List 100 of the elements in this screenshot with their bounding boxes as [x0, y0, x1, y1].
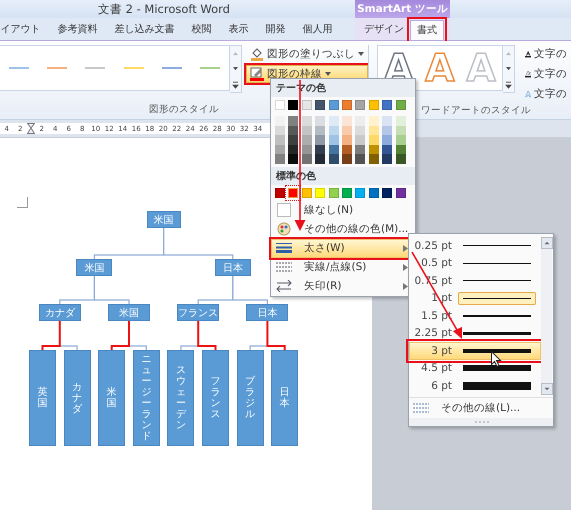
color-swatch[interactable]	[315, 135, 326, 144]
color-swatch[interactable]	[302, 135, 312, 144]
color-swatch[interactable]	[382, 154, 392, 164]
color-swatch[interactable]	[315, 116, 326, 126]
resize-grip[interactable]	[409, 418, 553, 426]
palette-icon	[277, 222, 291, 236]
caret-icon	[358, 52, 364, 56]
scroll-up-icon[interactable]	[541, 237, 553, 249]
ribbon-button[interactable]: 文字の	[520, 65, 571, 83]
color-swatch[interactable]	[315, 154, 326, 164]
color-swatch[interactable]	[368, 154, 379, 164]
group-label: 図形のスタイル	[149, 103, 219, 117]
color-swatch[interactable]	[382, 116, 392, 126]
color-swatch[interactable]	[368, 144, 379, 154]
ribbon-tab[interactable]: 表示	[220, 20, 257, 40]
diagram-node: 米国	[76, 259, 112, 276]
ribbon-button[interactable]: 文字の	[520, 45, 571, 63]
color-swatch[interactable]	[355, 154, 366, 164]
color-swatch[interactable]	[342, 126, 352, 135]
line-weight-option[interactable]: 1 pt	[409, 290, 541, 307]
color-swatch[interactable]	[302, 144, 312, 154]
diagram-node: ブラジル	[236, 350, 264, 446]
scrollbar[interactable]	[541, 237, 552, 395]
ribbon-tab[interactable]: デザイン	[358, 20, 410, 40]
diagram-node: カナダ	[38, 304, 81, 321]
ribbon-button[interactable]: 文字の	[520, 85, 571, 103]
color-swatch[interactable]	[288, 154, 298, 164]
indent-marker-icon[interactable]	[27, 123, 35, 134]
empty-square-icon	[277, 203, 291, 217]
diagram-node: 日本	[246, 304, 288, 321]
color-swatch[interactable]	[275, 116, 285, 126]
color-swatch[interactable]	[302, 116, 312, 126]
color-swatch[interactable]	[275, 154, 285, 164]
ribbon-tab[interactable]: 参考資料	[49, 20, 106, 40]
diagram-node: 英国	[29, 350, 56, 446]
group-label: ワードアートのスタイル	[421, 104, 531, 118]
color-swatch[interactable]	[288, 116, 298, 126]
ribbon-tab[interactable]: 書式	[410, 20, 444, 40]
line-style-swatch[interactable]	[200, 67, 220, 69]
menu-item[interactable]: その他の線の色(M)...	[271, 220, 415, 238]
mouse-pointer-icon	[491, 351, 502, 367]
color-swatch[interactable]	[368, 135, 379, 144]
dashed-lines-icon	[413, 403, 429, 413]
color-swatch[interactable]	[355, 135, 366, 144]
line-style-swatch[interactable]	[85, 67, 106, 69]
color-swatch[interactable]	[342, 135, 352, 144]
ribbon-tab[interactable]: 校閲	[183, 20, 220, 40]
diagram-node: 米国	[108, 304, 150, 321]
dashed-lines-icon	[276, 262, 292, 272]
line-weight-option[interactable]: 0.5 pt	[409, 254, 541, 272]
diagram-node: 米国	[146, 211, 181, 228]
diagram-node: 日本	[214, 259, 251, 276]
ribbon-tab[interactable]: イアウト	[0, 20, 49, 40]
color-swatch[interactable]	[288, 135, 298, 144]
diagram-node: ニュージーランド	[132, 350, 160, 446]
color-swatch[interactable]	[302, 126, 312, 135]
ribbon-tab[interactable]: 個人用	[294, 20, 341, 40]
margin-corner-mark	[17, 197, 28, 208]
line-weight-option[interactable]: 2.25 pt	[409, 324, 541, 342]
line-weight-option[interactable]: 4.5 pt	[409, 360, 541, 377]
arrows-icon	[276, 280, 292, 292]
scroll-down-icon[interactable]	[541, 383, 553, 395]
color-swatch[interactable]	[396, 135, 406, 144]
color-swatch[interactable]	[328, 116, 339, 126]
ribbon-button[interactable]: 図形の塗りつぶし	[246, 45, 368, 63]
color-swatch[interactable]	[396, 116, 406, 126]
caret-icon	[325, 72, 331, 76]
line-style-swatch[interactable]	[47, 67, 68, 69]
color-swatch[interactable]	[302, 154, 312, 164]
line-weight-icon	[276, 243, 292, 253]
color-swatch[interactable]	[368, 116, 379, 126]
color-swatch[interactable]	[368, 126, 379, 135]
paint-bucket-icon	[250, 47, 264, 61]
color-swatch[interactable]	[382, 135, 392, 144]
color-swatch[interactable]	[328, 154, 339, 164]
color-swatch[interactable]	[342, 116, 352, 126]
diagram-node: 日本	[271, 350, 298, 446]
ribbon-tab[interactable]: 開発	[257, 20, 294, 40]
line-weight-option[interactable]: 6 pt	[409, 377, 541, 394]
color-swatch[interactable]	[328, 135, 339, 144]
diagram-node: カナダ	[64, 350, 91, 446]
color-swatch[interactable]	[396, 144, 406, 154]
pencil-icon	[250, 67, 264, 81]
color-swatch[interactable]	[396, 154, 406, 164]
color-swatch[interactable]	[355, 116, 366, 126]
diagram-node: フランス	[202, 350, 229, 446]
color-swatch[interactable]	[328, 144, 339, 154]
ribbon-tab[interactable]: 差し込み文書	[106, 20, 183, 40]
diagram-node: 米国	[98, 350, 126, 446]
menu-item[interactable]: 線なし(N)	[271, 200, 415, 220]
line-style-swatch[interactable]	[124, 67, 144, 69]
color-swatch[interactable]	[342, 144, 352, 154]
color-swatch[interactable]	[328, 126, 339, 135]
line-style-swatch[interactable]	[162, 67, 182, 69]
color-swatch[interactable]	[275, 135, 285, 144]
window-title: 文書 2 - Microsoft Word	[97, 1, 231, 18]
color-swatch[interactable]	[396, 126, 406, 135]
diagram-node: フランス	[177, 304, 220, 321]
line-style-swatch[interactable]	[9, 67, 30, 69]
color-swatch[interactable]	[342, 154, 352, 164]
